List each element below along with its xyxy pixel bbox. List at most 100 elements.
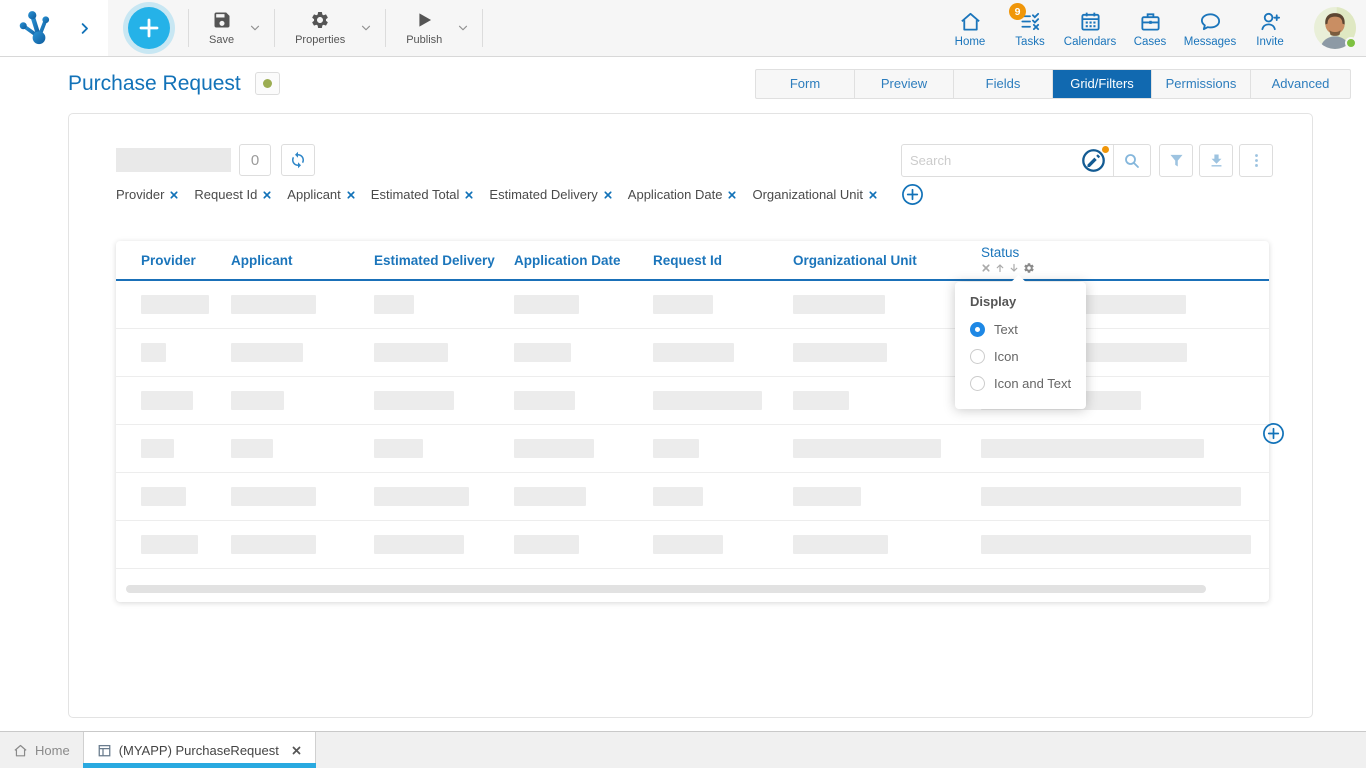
column-header-request-id[interactable]: Request Id: [653, 253, 793, 268]
page-header: Purchase Request FormPreviewFieldsGrid/F…: [0, 57, 1366, 110]
filter-chip-application-date[interactable]: Application Date: [628, 187, 738, 202]
filter-chip-request-id[interactable]: Request Id: [194, 187, 272, 202]
remove-filter-icon[interactable]: [346, 190, 356, 200]
filter-chip-organizational-unit[interactable]: Organizational Unit: [752, 187, 878, 202]
refresh-button[interactable]: [281, 144, 315, 176]
avatar[interactable]: [1314, 7, 1356, 49]
display-option-text[interactable]: Text: [955, 316, 1086, 343]
save-dropdown-button[interactable]: [240, 0, 274, 56]
horizontal-scrollbar[interactable]: [126, 585, 1206, 593]
column-header-application-date[interactable]: Application Date: [514, 253, 653, 268]
display-option-icon[interactable]: Icon: [955, 343, 1086, 370]
column-header-status[interactable]: Status: [981, 246, 1269, 274]
table-cell: [653, 439, 793, 458]
table-row: [116, 521, 1269, 569]
table-cell: [514, 439, 653, 458]
option-label: Icon and Text: [994, 376, 1071, 391]
display-option-icon-and-text[interactable]: Icon and Text: [955, 370, 1086, 397]
table-cell: [141, 295, 231, 314]
skeleton-bar: [514, 487, 586, 506]
table-row: [116, 329, 1269, 377]
filter-chip-applicant[interactable]: Applicant: [287, 187, 355, 202]
brand-logo-icon[interactable]: [18, 10, 54, 46]
skeleton-bar: [374, 343, 448, 362]
tab-grid-filters[interactable]: Grid/Filters: [1053, 70, 1152, 98]
nav-label-tasks: Tasks: [1015, 36, 1044, 48]
nav-label-messages: Messages: [1184, 36, 1236, 48]
skeleton-bar: [231, 487, 316, 506]
edit-search-button[interactable]: [1081, 148, 1106, 173]
publish-dropdown-button[interactable]: [448, 0, 482, 56]
properties-dropdown-button[interactable]: [351, 0, 385, 56]
skeleton-bar: [981, 439, 1204, 458]
table-cell: [374, 343, 514, 362]
chip-label: Estimated Total: [371, 187, 460, 202]
nav-item-messages[interactable]: Messages: [1180, 8, 1240, 48]
nav-item-home[interactable]: Home: [940, 8, 1000, 48]
remove-filter-icon[interactable]: [464, 190, 474, 200]
table-cell: [141, 487, 231, 506]
skeleton-bar: [231, 343, 303, 362]
bottom-tab-home[interactable]: Home: [0, 732, 83, 768]
export-button[interactable]: [1199, 144, 1233, 177]
add-filter-field-button[interactable]: [901, 183, 924, 206]
skeleton-bar: [793, 487, 861, 506]
tab-fields[interactable]: Fields: [954, 70, 1053, 98]
add-button[interactable]: [128, 7, 170, 49]
logo-area: [0, 0, 108, 56]
column-header-applicant[interactable]: Applicant: [231, 253, 374, 268]
nav-item-tasks[interactable]: 9Tasks: [1000, 8, 1060, 48]
invite-icon: [1259, 10, 1282, 33]
remove-column-icon[interactable]: [981, 263, 991, 273]
publish-status-box[interactable]: [255, 72, 280, 95]
skeleton-bar: [141, 487, 186, 506]
nav-item-calendars[interactable]: Calendars: [1060, 8, 1120, 48]
remove-filter-icon[interactable]: [727, 190, 737, 200]
column-header-provider[interactable]: Provider: [141, 253, 231, 268]
remove-filter-icon[interactable]: [262, 190, 272, 200]
save-button[interactable]: Save: [189, 10, 240, 46]
move-up-icon[interactable]: [995, 263, 1005, 273]
radio-icon[interactable]: [970, 349, 985, 364]
skeleton-bar: [653, 535, 723, 554]
properties-label: Properties: [295, 34, 345, 46]
move-down-icon[interactable]: [1009, 263, 1019, 273]
remove-filter-icon[interactable]: [603, 190, 613, 200]
publish-button[interactable]: Publish: [386, 10, 448, 46]
table-cell: [793, 535, 981, 554]
tab-advanced[interactable]: Advanced: [1251, 70, 1350, 98]
remove-filter-icon[interactable]: [169, 190, 179, 200]
column-settings-icon[interactable]: [1023, 262, 1035, 274]
column-label: Estimated Delivery: [374, 253, 495, 268]
properties-button[interactable]: Properties: [275, 10, 351, 46]
filter-button[interactable]: [1159, 144, 1193, 177]
tab-permissions[interactable]: Permissions: [1152, 70, 1251, 98]
close-tab-icon[interactable]: [291, 745, 302, 756]
bottom-tab-myapp-purchaserequest[interactable]: (MYAPP) PurchaseRequest: [83, 732, 316, 768]
radio-text[interactable]: [970, 322, 985, 337]
radio-icon-and-text[interactable]: [970, 376, 985, 391]
tab-preview[interactable]: Preview: [855, 70, 954, 98]
search-input[interactable]: [902, 153, 1081, 168]
tab-form[interactable]: Form: [756, 70, 855, 98]
search-submit-button[interactable]: [1114, 145, 1150, 176]
add-column-button[interactable]: [1262, 422, 1285, 445]
column-header-organizational-unit[interactable]: Organizational Unit: [793, 253, 981, 268]
messages-icon: [1199, 10, 1222, 33]
nav-item-cases[interactable]: Cases: [1120, 8, 1180, 48]
table-cell: [514, 535, 653, 554]
column-display-popup: Display TextIconIcon and Text: [955, 282, 1086, 409]
page-title: Purchase Request: [68, 72, 241, 96]
expand-menu-icon[interactable]: [77, 21, 92, 36]
column-label: Applicant: [231, 253, 293, 268]
skeleton-bar: [653, 391, 762, 410]
remove-filter-icon[interactable]: [868, 190, 878, 200]
filter-chip-estimated-total[interactable]: Estimated Total: [371, 187, 475, 202]
table-cell: [374, 439, 514, 458]
filter-chip-provider[interactable]: Provider: [116, 187, 179, 202]
filter-chip-estimated-delivery[interactable]: Estimated Delivery: [489, 187, 612, 202]
more-options-button[interactable]: [1239, 144, 1273, 177]
skeleton-bar: [141, 439, 174, 458]
nav-item-invite[interactable]: Invite: [1240, 8, 1300, 48]
column-header-estimated-delivery[interactable]: Estimated Delivery: [374, 253, 514, 268]
